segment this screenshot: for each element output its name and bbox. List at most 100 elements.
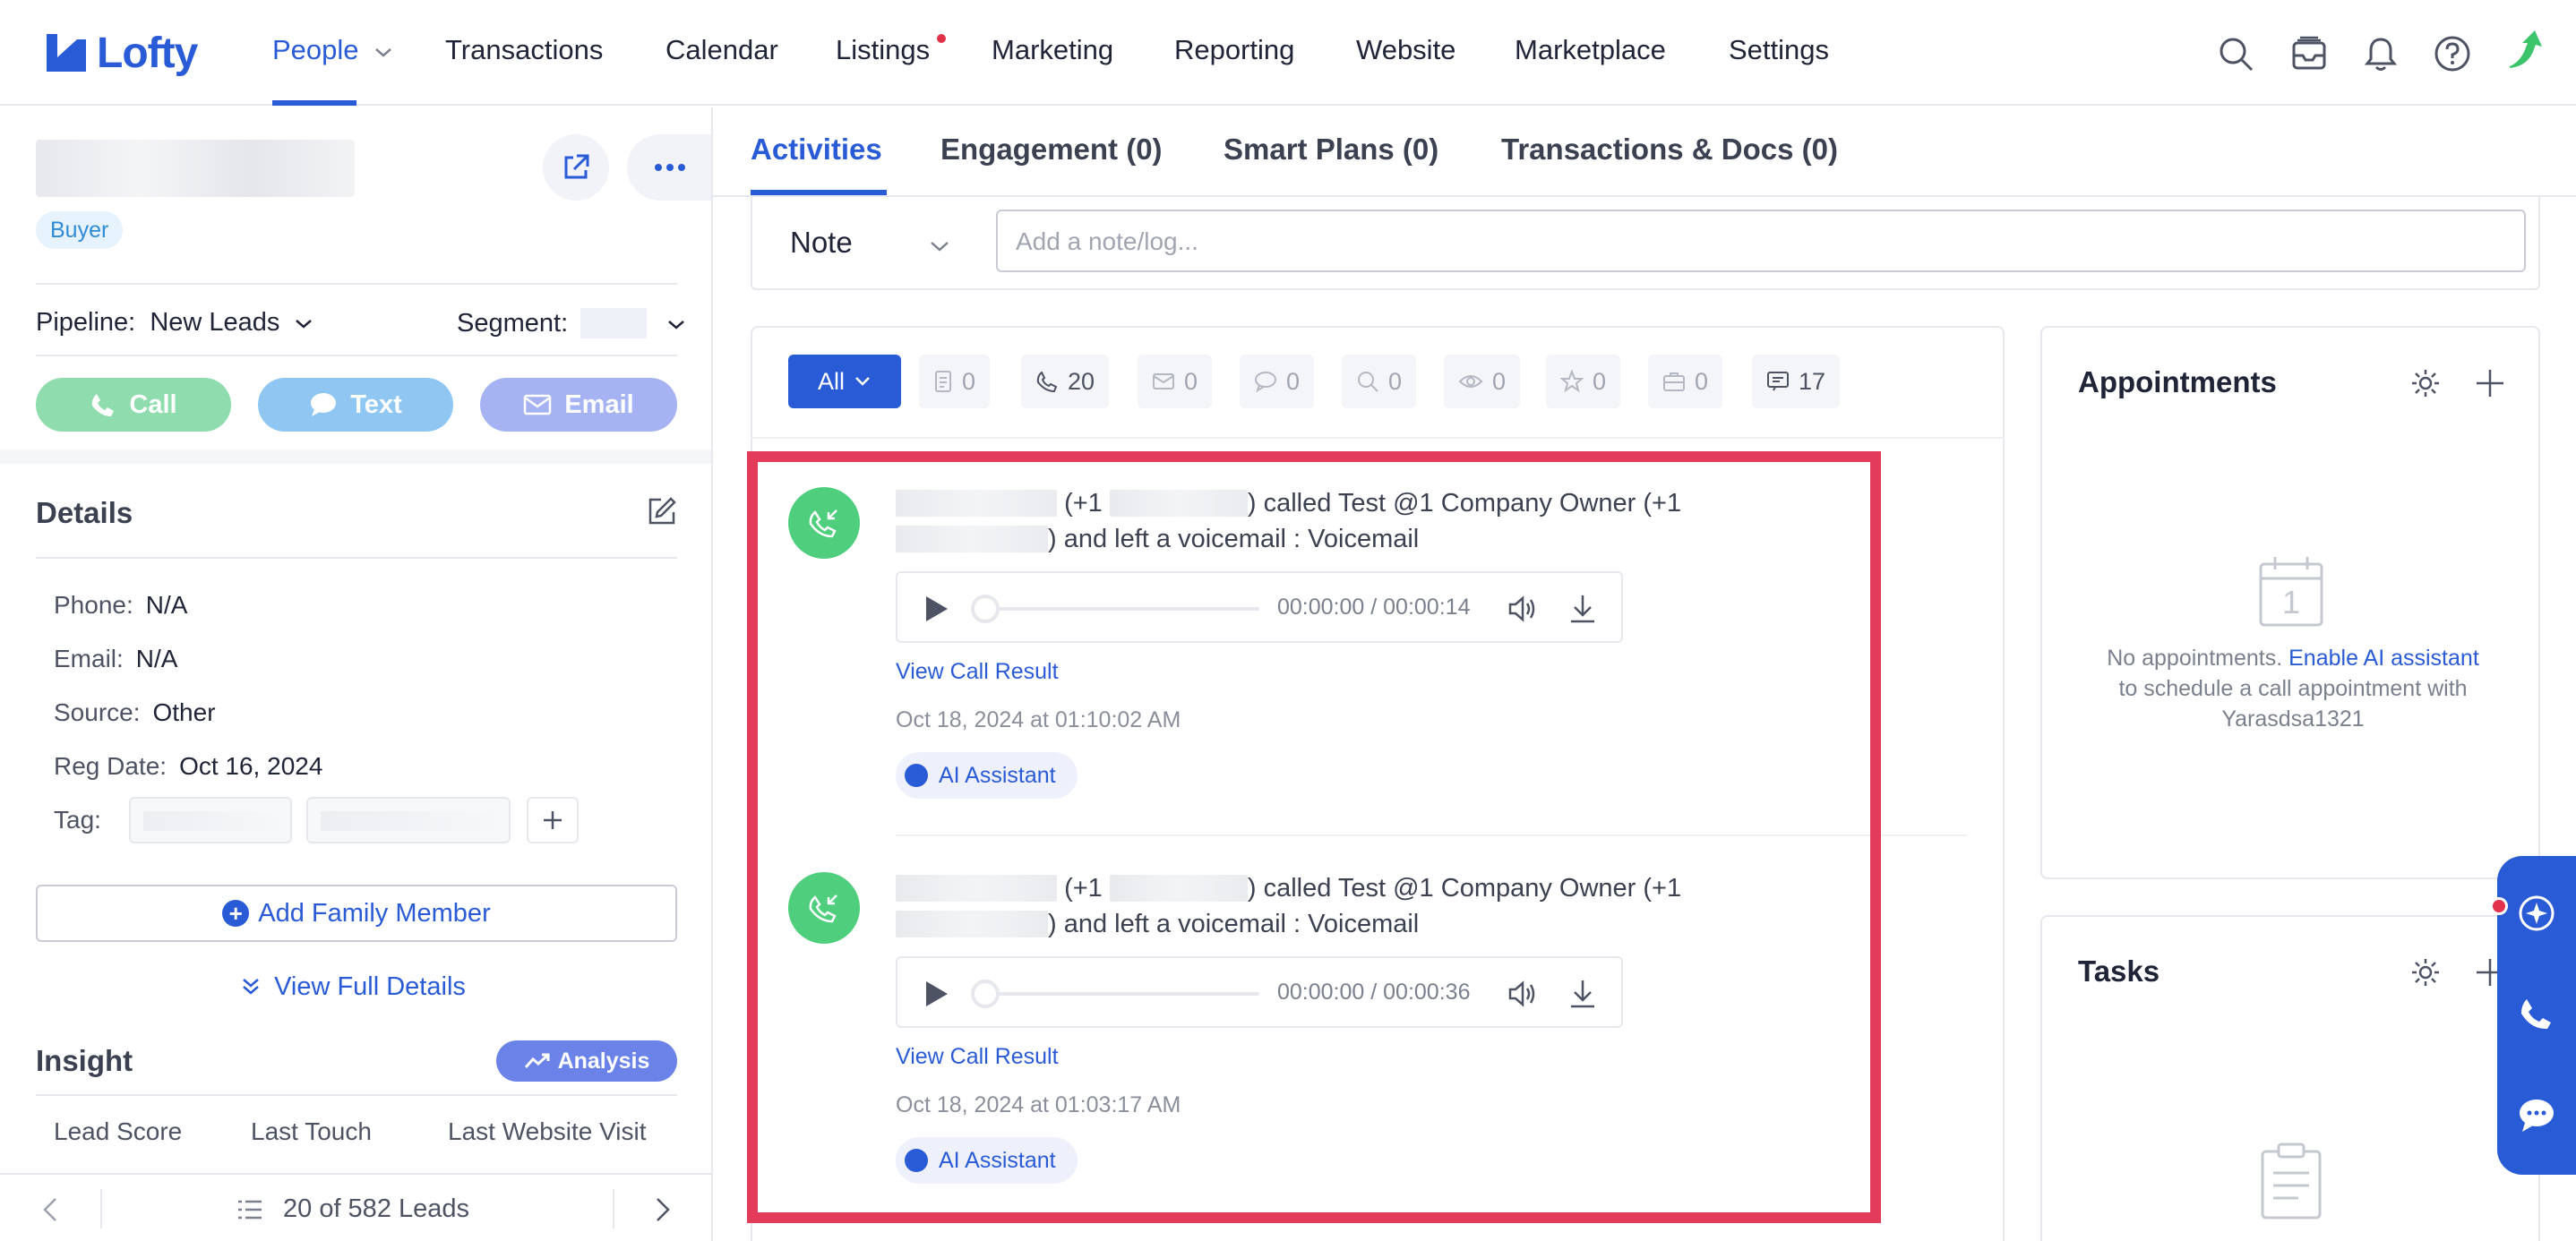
filter-messages-count: 17 (1799, 367, 1826, 395)
appointments-msg-pre: No appointments. (2107, 646, 2283, 671)
download-icon[interactable] (1567, 978, 1598, 1010)
open-external-button[interactable] (543, 134, 609, 201)
tag-chip[interactable] (129, 797, 292, 843)
filter-searches[interactable]: 0 (1342, 355, 1417, 408)
ai-assistant-badge[interactable]: AI Assistant (896, 1137, 1078, 1184)
play-icon[interactable] (921, 593, 951, 625)
double-chevron-down-icon (243, 979, 259, 995)
filter-messages[interactable]: 17 (1752, 355, 1841, 408)
nav-people[interactable]: People (272, 34, 393, 66)
nav-calendar[interactable]: Calendar (665, 34, 778, 66)
volume-icon[interactable] (1507, 593, 1539, 625)
segment-selector[interactable]: Segment: (457, 308, 686, 338)
audio-scrubber[interactable] (971, 980, 1000, 1008)
nav-listings[interactable]: Listings (836, 34, 930, 66)
chevron-down-icon (668, 321, 685, 330)
tab-engagement[interactable]: Engagement (0) (940, 133, 1163, 167)
filter-emails[interactable]: 0 (1138, 355, 1213, 408)
activity-middle: ) called Test @1 Company Owner (+1 (1247, 874, 1682, 903)
call-label: Call (129, 389, 177, 419)
inbox-icon[interactable] (2289, 34, 2329, 73)
search-icon[interactable] (2216, 34, 2255, 73)
logo-text: Lofty (97, 29, 198, 77)
nav-reporting[interactable]: Reporting (1174, 34, 1294, 66)
activity-timestamp: Oct 18, 2024 at 01:10:02 AM (896, 707, 1181, 732)
nav-transactions[interactable]: Transactions (445, 34, 603, 66)
chevron-left-icon[interactable] (39, 1196, 61, 1223)
tab-activities[interactable]: Activities (751, 133, 882, 167)
ai-assistant-icon (905, 1149, 928, 1172)
chat-bubble-icon[interactable] (2517, 1098, 2556, 1134)
plus-icon[interactable] (2474, 367, 2506, 399)
audio-progress-track[interactable] (980, 607, 1259, 611)
lead-name-redacted (36, 140, 355, 197)
plus-circle-icon: + (222, 900, 250, 927)
buyer-tag[interactable]: Buyer (36, 211, 124, 249)
chevron-right-icon[interactable] (652, 1196, 674, 1223)
divider (36, 355, 677, 356)
more-options-button[interactable] (627, 134, 711, 201)
voicemail-player: 00:00:00 / 00:00:36 (896, 956, 1623, 1028)
enable-ai-assistant-link[interactable]: Enable AI assistant (2288, 646, 2479, 671)
active-tab-indicator (751, 190, 887, 195)
pager-count: 20 of 582 Leads (283, 1194, 470, 1223)
filter-notes-count: 0 (962, 367, 976, 395)
bell-icon[interactable] (2361, 34, 2400, 73)
play-icon[interactable] (921, 978, 951, 1010)
phone-icon[interactable] (2517, 994, 2556, 1033)
text-button[interactable]: Text (258, 378, 453, 432)
edit-icon[interactable] (647, 496, 677, 526)
note-type-select[interactable]: Note (790, 226, 950, 260)
add-tag-button[interactable] (527, 797, 579, 843)
list-icon (238, 1200, 262, 1220)
tag-chip[interactable] (306, 797, 511, 843)
filter-divider (751, 437, 2005, 439)
filter-favorites[interactable]: 0 (1546, 355, 1621, 408)
call-button[interactable]: Call (36, 378, 231, 432)
filter-texts[interactable]: 0 (1240, 355, 1315, 408)
eye-icon (1458, 375, 1483, 388)
add-family-member-button[interactable]: + Add Family Member (36, 885, 677, 942)
ai-assistant-label: AI Assistant (939, 762, 1056, 788)
chat-bubble-icon (1255, 372, 1276, 392)
filter-transactions[interactable]: 0 (1648, 355, 1723, 408)
view-call-result-link[interactable]: View Call Result (896, 659, 1059, 685)
divider (36, 283, 677, 285)
email-button[interactable]: Email (480, 378, 677, 432)
filter-transactions-count: 0 (1695, 367, 1709, 395)
tab-smart-plans[interactable]: Smart Plans (0) (1224, 133, 1438, 167)
details-title: Details (36, 496, 133, 529)
audio-progress-track[interactable] (980, 992, 1259, 996)
help-icon[interactable] (2433, 34, 2472, 73)
nav-settings[interactable]: Settings (1729, 34, 1829, 66)
reg-date-row: Reg Date: Oct 16, 2024 (54, 752, 322, 781)
filter-notes[interactable]: 0 (919, 355, 991, 408)
analysis-button[interactable]: Analysis (496, 1040, 677, 1082)
activity-line2: ) and left a voicemail : Voicemail (1048, 525, 1420, 553)
segment-label: Segment: (457, 309, 569, 338)
lead-profile-panel: Buyer Pipeline: New Leads Segment: Call … (0, 107, 713, 1241)
tab-transactions-docs[interactable]: Transactions & Docs (0) (1501, 133, 1838, 167)
growth-arrow-icon[interactable] (2504, 27, 2549, 72)
note-input[interactable]: Add a note/log... (996, 210, 2526, 272)
pipeline-selector[interactable]: Pipeline: New Leads (36, 308, 313, 338)
filter-calls[interactable]: 20 (1021, 355, 1110, 408)
nav-website[interactable]: Website (1356, 34, 1455, 66)
audio-scrubber[interactable] (971, 595, 1000, 623)
gear-icon[interactable] (2409, 956, 2442, 989)
appointments-title: Appointments (2078, 365, 2277, 398)
filter-all-button[interactable]: All (788, 355, 901, 408)
nav-marketplace[interactable]: Marketplace (1515, 34, 1666, 66)
view-full-details-link[interactable]: View Full Details (240, 972, 466, 1002)
download-icon[interactable] (1567, 593, 1598, 625)
nav-marketing[interactable]: Marketing (992, 34, 1113, 66)
volume-icon[interactable] (1507, 978, 1539, 1010)
ai-assistant-icon[interactable] (2517, 894, 2556, 933)
filter-views[interactable]: 0 (1444, 355, 1521, 408)
lofty-logo[interactable]: Lofty (41, 27, 198, 79)
ai-assistant-badge[interactable]: AI Assistant (896, 752, 1078, 799)
gear-icon[interactable] (2409, 367, 2442, 399)
view-call-result-link[interactable]: View Call Result (896, 1044, 1059, 1070)
activity-line2: ) and left a voicemail : Voicemail (1048, 910, 1420, 938)
activity-middle: ) called Test @1 Company Owner (+1 (1247, 489, 1682, 518)
